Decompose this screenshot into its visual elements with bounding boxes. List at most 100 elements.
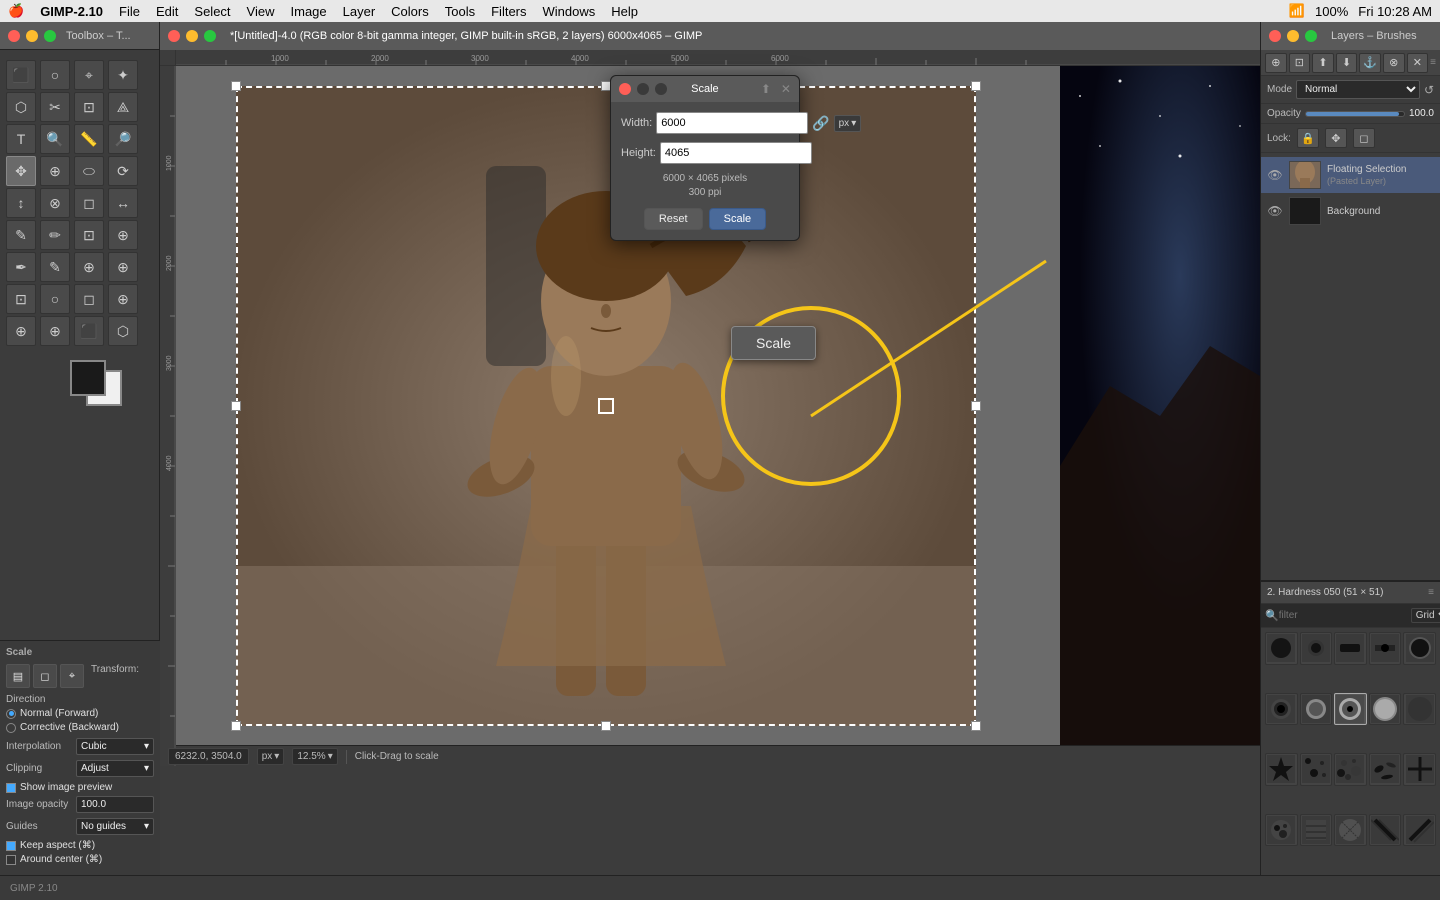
tool-fuzzy-select[interactable]: ✦ (108, 60, 138, 90)
tool-text[interactable]: T (6, 124, 36, 154)
show-image-preview-row[interactable]: Show image preview (6, 782, 154, 793)
transform-handle-center[interactable] (598, 398, 614, 414)
tool-rotate[interactable]: ⟳ (108, 156, 138, 186)
layers-delete-btn[interactable]: ✕ (1407, 53, 1429, 73)
brush-item-star1[interactable] (1265, 753, 1298, 786)
tool-perspective-clone[interactable]: ⊡ (6, 284, 36, 314)
layers-anchor-btn[interactable]: ⚓ (1359, 53, 1381, 73)
tool-heal[interactable]: ⊕ (108, 252, 138, 282)
tool-gradient[interactable]: ⬡ (108, 316, 138, 346)
tool-burn[interactable]: ⊕ (40, 316, 70, 346)
lock-alpha-btn[interactable]: ◻ (1353, 128, 1375, 148)
transform-handle-tr[interactable] (971, 81, 981, 91)
main-close-btn[interactable] (168, 30, 180, 42)
brush-item-stripe1[interactable] (1369, 814, 1402, 847)
tool-move[interactable]: ✥ (6, 156, 36, 186)
tool-dodge[interactable]: ⊕ (6, 316, 36, 346)
menu-filters[interactable]: Filters (491, 4, 526, 19)
lock-pixels-btn[interactable]: 🔒 (1297, 128, 1319, 148)
scale-scale-button[interactable]: Scale (709, 208, 767, 230)
brushes-panel-menu[interactable]: ≡ (1428, 587, 1434, 598)
toolbox-max-btn[interactable] (44, 30, 56, 42)
toolbox-close-btn[interactable] (8, 30, 20, 42)
layers-up-btn[interactable]: ⬆ (1312, 53, 1334, 73)
scale-dialog-close[interactable] (619, 83, 631, 95)
brush-item-grunge3[interactable] (1334, 814, 1367, 847)
brush-item-grunge1[interactable] (1265, 814, 1298, 847)
tool-ellipse-select[interactable]: ○ (40, 60, 70, 90)
brush-item-1[interactable] (1265, 632, 1298, 665)
brush-item-3[interactable] (1334, 632, 1367, 665)
tool-shear[interactable]: ⊗ (40, 188, 70, 218)
menu-tools[interactable]: Tools (445, 4, 475, 19)
app-name[interactable]: GIMP-2.10 (40, 4, 103, 19)
tool-by-color[interactable]: ⬡ (6, 92, 36, 122)
interpolation-select[interactable]: Cubic ▾ (76, 738, 154, 755)
transform-handle-mr[interactable] (971, 401, 981, 411)
keep-aspect-checkbox[interactable] (6, 841, 16, 851)
layers-down-btn[interactable]: ⬇ (1336, 53, 1358, 73)
tool-paths[interactable]: ⟁ (108, 92, 138, 122)
brush-item-stripe2[interactable] (1403, 814, 1436, 847)
tool-crop[interactable]: ⬭ (74, 156, 104, 186)
layer-visibility-background[interactable]: 👁 (1267, 204, 1283, 218)
layers-new-group-btn[interactable]: ⊕ (1265, 53, 1287, 73)
brush-item-8-active[interactable] (1334, 693, 1367, 726)
layer-item-floating[interactable]: 👁 Floating Selection (Pasted Layer) (1261, 157, 1440, 193)
brush-item-scatter2[interactable] (1369, 753, 1402, 786)
brush-item-4[interactable] (1369, 632, 1402, 665)
layers-merge-btn[interactable]: ⊗ (1383, 53, 1405, 73)
main-max-btn[interactable] (204, 30, 216, 42)
menu-windows[interactable]: Windows (543, 4, 596, 19)
around-center-checkbox[interactable] (6, 855, 16, 865)
lock-position-btn[interactable]: ✥ (1325, 128, 1347, 148)
transform-type-selection[interactable]: ⌖ (60, 664, 84, 688)
tool-bucket[interactable]: ⬛ (74, 316, 104, 346)
layer-item-background[interactable]: 👁 Background (1261, 193, 1440, 229)
scale-dialog-expand[interactable]: ⬆ (761, 82, 771, 96)
brush-item-scatter1[interactable] (1300, 753, 1333, 786)
direction-normal[interactable]: Normal (Forward) (6, 708, 154, 719)
tool-blur[interactable]: ○ (40, 284, 70, 314)
tool-erase[interactable]: ⊡ (74, 220, 104, 250)
brushes-filter-input[interactable] (1279, 610, 1411, 621)
image-opacity-input[interactable]: 100.0 (76, 796, 154, 813)
direction-corrective[interactable]: Corrective (Backward) (6, 722, 154, 733)
clipping-select[interactable]: Adjust ▾ (76, 760, 154, 777)
layers-duplicate-btn[interactable]: ⊡ (1289, 53, 1311, 73)
main-min-btn[interactable] (186, 30, 198, 42)
layers-min-btn[interactable] (1287, 30, 1299, 42)
scale-reset-button[interactable]: Reset (644, 208, 703, 230)
transform-handle-bl[interactable] (231, 721, 241, 731)
canvas-zoom-select[interactable]: 12.5% ▾ (292, 748, 337, 765)
transform-type-path[interactable]: ◻ (33, 664, 57, 688)
transform-handle-ml[interactable] (231, 401, 241, 411)
transform-handle-tl[interactable] (231, 81, 241, 91)
tool-smudge[interactable]: ⊕ (108, 284, 138, 314)
tool-scissors[interactable]: ✂ (40, 92, 70, 122)
fg-bg-colors[interactable] (70, 360, 130, 410)
layers-panel-menu[interactable]: ≡ (1430, 57, 1436, 68)
brush-item-cross1[interactable] (1403, 753, 1436, 786)
layers-mode-select[interactable]: Normal (1296, 80, 1420, 99)
tool-measure[interactable]: 📏 (74, 124, 104, 154)
brush-item-9[interactable] (1369, 693, 1402, 726)
tool-ink[interactable]: ✒ (6, 252, 36, 282)
around-center-row[interactable]: Around center (⌘) (6, 854, 154, 865)
menu-layer[interactable]: Layer (343, 4, 376, 19)
scale-width-input[interactable] (656, 112, 808, 134)
scale-unit-select[interactable]: px ▾ (834, 115, 862, 132)
tool-clone[interactable]: ⊕ (74, 252, 104, 282)
scale-dialog-close-x[interactable]: ✕ (781, 82, 791, 96)
toolbox-min-btn[interactable] (26, 30, 38, 42)
menu-select[interactable]: Select (194, 4, 230, 19)
tool-mypaint[interactable]: ✎ (40, 252, 70, 282)
layer-visibility-floating[interactable]: 👁 (1267, 168, 1283, 182)
brush-item-texture1[interactable] (1334, 753, 1367, 786)
tool-align[interactable]: ⊕ (40, 156, 70, 186)
brush-item-7[interactable] (1300, 693, 1333, 726)
tool-free-select[interactable]: ⌖ (74, 60, 104, 90)
menu-help[interactable]: Help (611, 4, 638, 19)
brush-item-6[interactable] (1265, 693, 1298, 726)
canvas-unit-select[interactable]: px ▾ (257, 748, 285, 765)
